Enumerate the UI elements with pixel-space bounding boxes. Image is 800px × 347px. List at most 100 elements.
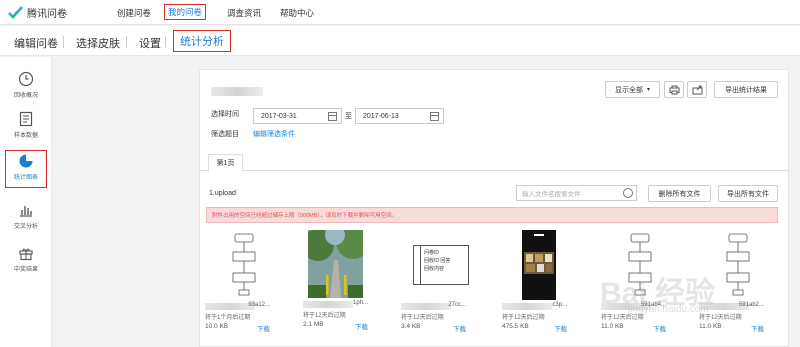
storage-warning: 附件占用的空间已经超过储存上限（500MB），请及时下载并删除可用空间。 [206, 207, 778, 223]
nav-help-center[interactable]: 帮助中心 [280, 7, 314, 19]
divider [126, 36, 127, 48]
file-name-tail: 27cc... [448, 302, 466, 308]
printer-icon [669, 85, 679, 94]
file-name: 1ph... [303, 300, 388, 309]
tab-settings[interactable]: 设置 [139, 35, 161, 51]
file-card[interactable]: 93a12... 将于1个月后过期 10.0 KB 下载 [205, 230, 290, 333]
chevron-down-icon: ▾ [646, 87, 650, 93]
file-size: 3.4 KB [401, 323, 421, 330]
divider [165, 36, 166, 48]
date-to-label: 至 [345, 113, 352, 120]
flowchart-thumbnail [232, 233, 256, 296]
file-name: 27cc... [401, 302, 486, 311]
filter-questions-label: 筛选题目 [211, 131, 239, 138]
download-link[interactable]: 下载 [653, 323, 666, 333]
sidebar-item-label: 样本数据 [13, 133, 38, 139]
divider [63, 36, 64, 48]
file-name-redacted [502, 303, 552, 310]
nav-my-surveys[interactable]: 我的问卷 [164, 4, 207, 20]
sidebar-item-label: 交叉分析 [13, 224, 38, 230]
export-icon [692, 85, 702, 94]
sidebar-item-cross-analysis[interactable]: 交叉分析 [5, 200, 47, 238]
file-size: 10.0 KB [205, 323, 229, 330]
file-expiry: 将于12天后过期 [502, 315, 545, 321]
photo-thumbnail [302, 225, 370, 298]
file-card[interactable]: c3p... 将于12天后过期 475.5 KB 下载 [502, 230, 587, 333]
file-search-input[interactable]: 输入文件名搜索文件 [516, 185, 637, 201]
sidebar-item-label: 中奖结果 [13, 267, 38, 273]
table-thumb-line: 回收ID 回答 [424, 258, 451, 264]
file-thumbnail[interactable] [215, 230, 275, 300]
file-expiry: 将于12天后过期 [401, 315, 444, 321]
calendar-icon [328, 112, 337, 121]
sidebar-item-overview[interactable]: 回收概况 [5, 69, 47, 107]
survey-name-redacted [211, 87, 263, 96]
start-date-input[interactable]: 2017-03-31 [253, 108, 342, 124]
file-card[interactable]: 问卷ID 回收ID 回答 回收内容 27cc... 将于12天后过期 3.4 K… [401, 230, 486, 333]
file-name-tail: 591ab2... [738, 302, 764, 308]
file-size: 475.5 KB [502, 323, 529, 330]
sidebar-item-prize-results[interactable]: 中奖结果 [5, 243, 47, 281]
file-name-tail: 1ph... [352, 300, 368, 306]
gift-icon [19, 248, 33, 261]
search-icon[interactable] [623, 188, 633, 198]
delete-all-files-button[interactable]: 删除所有文件 [648, 185, 711, 202]
table-thumb-line: 回收内容 [424, 266, 445, 272]
start-date-value: 2017-03-31 [261, 112, 297, 120]
file-thumbnail[interactable] [302, 225, 370, 298]
download-link[interactable]: 下载 [355, 321, 368, 331]
file-thumbnail[interactable] [709, 230, 769, 300]
edit-filter-link[interactable]: 编辑筛选条件 [253, 129, 295, 139]
export-all-files-button[interactable]: 导出所有文件 [718, 185, 778, 202]
tab-statistics[interactable]: 统计分析 [173, 30, 231, 52]
print-button[interactable] [664, 81, 684, 98]
file-size: 11.0 KB [699, 323, 722, 330]
table-thumb-line: 问卷ID [424, 250, 440, 256]
tab-page-1[interactable]: 第1页 [208, 154, 243, 172]
file-expiry: 将于12天后过期 [303, 313, 346, 319]
page-tabs: 第1页 [200, 154, 788, 172]
question-title: 1.upload [209, 190, 236, 197]
end-date-input[interactable]: 2017-06-13 [355, 108, 444, 124]
sidebar-item-label: 回收概况 [13, 93, 38, 99]
flowchart-thumbnail [726, 233, 750, 296]
nav-survey-news[interactable]: 调查资讯 [227, 7, 261, 19]
tab-edit-survey[interactable]: 编辑问卷 [14, 35, 58, 51]
show-all-label: 显示全部 [614, 86, 643, 94]
sub-navigation: 编辑问卷 选择皮肤 设置 统计分析 [0, 26, 800, 56]
top-navigation: 腾讯问卷 创建问卷 我的问卷 调查资讯 帮助中心 [0, 0, 800, 25]
download-link[interactable]: 下载 [453, 323, 466, 333]
calendar-icon [430, 112, 439, 121]
file-name: c3p... [502, 302, 587, 311]
file-name-tail: c3p... [552, 302, 567, 308]
file-name-redacted [303, 301, 353, 308]
download-link[interactable]: 下载 [554, 323, 567, 333]
time-label: 选择时间 [211, 111, 239, 118]
check-logo-icon [8, 6, 23, 19]
file-thumbnail[interactable] [522, 230, 556, 300]
file-name: 93a12... [205, 302, 290, 311]
export-stats-button[interactable]: 导出统计结果 [714, 81, 778, 98]
file-thumbnail[interactable]: 问卷ID 回收ID 回答 回收内容 [411, 230, 471, 300]
show-all-dropdown[interactable]: 显示全部 ▾ [605, 81, 660, 98]
sidebar: 回收概况 样本数据 统计图表 交叉分析 中奖结果 [0, 57, 52, 347]
phone-screenshot-thumbnail [522, 230, 556, 300]
download-link[interactable]: 下载 [257, 323, 270, 333]
sidebar-item-sample-data[interactable]: 样本数据 [5, 109, 47, 147]
search-placeholder: 输入文件名搜索文件 [522, 191, 581, 198]
nav-create-survey[interactable]: 创建问卷 [117, 7, 151, 19]
export-image-button[interactable] [687, 81, 707, 98]
sidebar-item-charts[interactable]: 统计图表 [5, 150, 47, 188]
file-expiry: 将于1个月后过期 [205, 315, 251, 321]
file-expiry: 将于12天后过期 [699, 315, 742, 321]
pie-chart-icon [19, 154, 33, 168]
brand-logo[interactable]: 腾讯问卷 [8, 5, 67, 20]
download-link[interactable]: 下载 [751, 323, 764, 333]
watermark-url: jingyan.baidu.com [628, 304, 709, 315]
tab-choose-skin[interactable]: 选择皮肤 [76, 35, 120, 51]
file-card[interactable]: 1ph... 将于12天后过期 2.1 MB 下载 [302, 225, 388, 331]
brand-name: 腾讯问卷 [27, 9, 67, 20]
file-name-tail: 93a12... [248, 302, 270, 308]
file-size: 11.0 KB [601, 323, 624, 330]
file-name-redacted [401, 303, 451, 310]
